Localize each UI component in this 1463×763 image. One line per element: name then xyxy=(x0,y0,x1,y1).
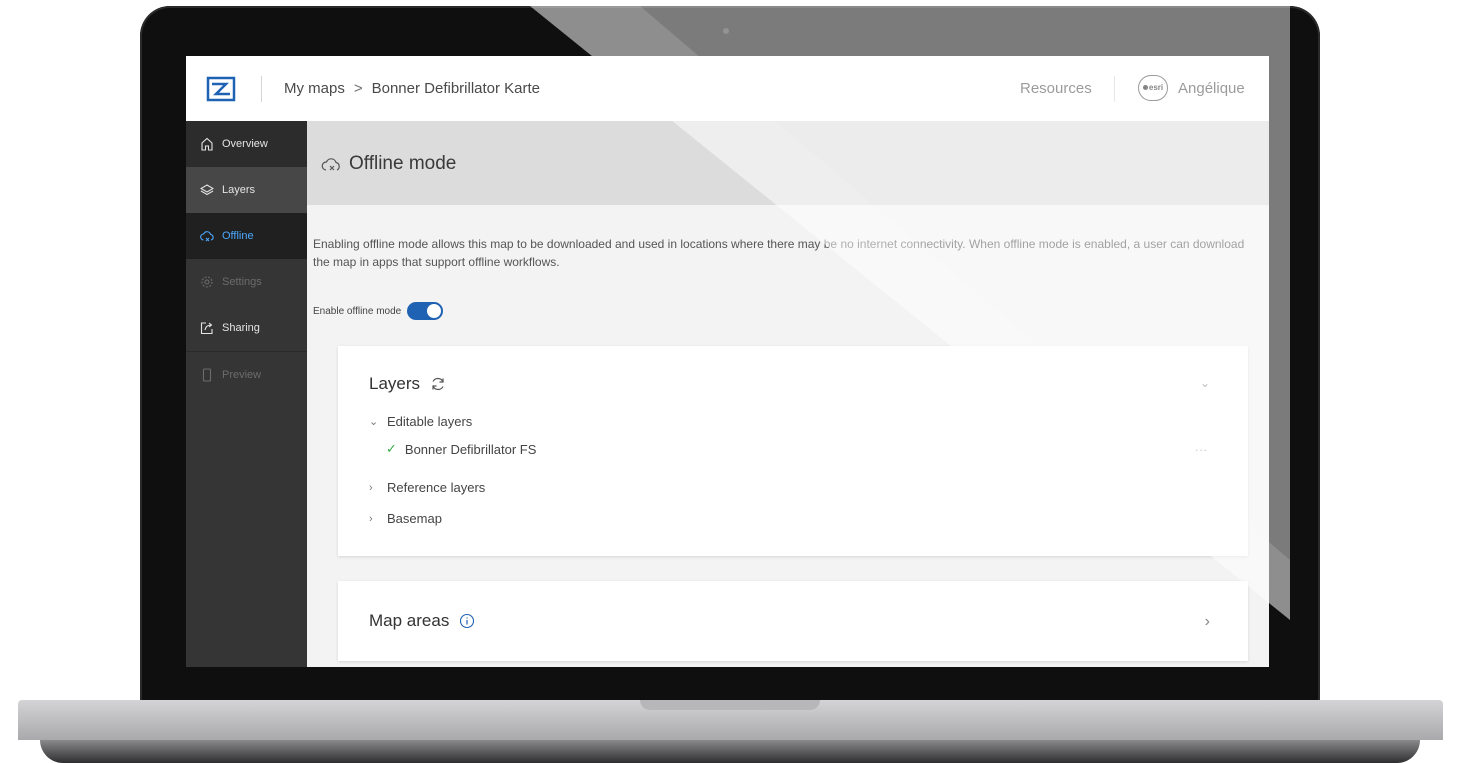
sidebar-item-overview[interactable]: Overview xyxy=(186,121,307,167)
sidebar-item-settings[interactable]: Settings xyxy=(186,259,307,305)
layers-icon xyxy=(200,184,214,196)
sidebar: Overview Layers Offline Settings Sharing… xyxy=(186,121,307,667)
breadcrumb-current: Bonner Defibrillator Karte xyxy=(371,80,541,97)
toggle-knob xyxy=(427,304,442,318)
check-icon: ✓ xyxy=(386,441,397,456)
basemap-label: Basemap xyxy=(387,511,442,526)
toggle-row: Enable offline mode xyxy=(313,302,444,320)
breadcrumb: My maps > Bonner Defibrillator Karte xyxy=(284,80,540,97)
map-areas-title: Map areas xyxy=(369,611,475,631)
sidebar-item-label: Sharing xyxy=(222,322,260,334)
cloud-offline-icon xyxy=(321,158,340,171)
sidebar-item-sharing[interactable]: Sharing xyxy=(186,305,307,351)
breadcrumb-my-maps[interactable]: My maps xyxy=(284,80,345,97)
sidebar-item-label: Overview xyxy=(222,138,268,150)
main-content: Enabling offline mode allows this map to… xyxy=(307,205,1269,667)
list-item[interactable]: ✓ Bonner Defibrillator FS xyxy=(386,441,536,457)
page-header: Offline mode xyxy=(307,121,1269,205)
topbar-divider xyxy=(1114,76,1115,102)
avatar-text: esri xyxy=(1148,83,1164,92)
logo-divider xyxy=(261,76,262,102)
map-areas-title-text: Map areas xyxy=(369,611,450,630)
more-icon[interactable]: ... xyxy=(1195,440,1208,454)
editable-layers-toggle[interactable]: ⌄ Editable layers xyxy=(369,414,472,429)
layers-card: Layers ⌄ ⌄ Editable layers ✓ Bonner Defi… xyxy=(338,346,1248,556)
sidebar-item-label: Preview xyxy=(222,369,262,381)
chevron-right-icon[interactable]: › xyxy=(1205,613,1210,631)
laptop-base-bottom xyxy=(40,740,1420,763)
toggle-label: Enable offline mode xyxy=(313,305,402,317)
layer-name: Bonner Defibrillator FS xyxy=(404,441,537,457)
sidebar-item-label: Settings xyxy=(222,276,262,288)
app-logo-icon[interactable] xyxy=(206,76,236,102)
reference-layers-label: Reference layers xyxy=(387,480,486,495)
top-bar: My maps > Bonner Defibrillator Karte Resou… xyxy=(186,56,1269,122)
layers-card-title-text: Layers xyxy=(369,374,421,393)
home-icon xyxy=(201,137,213,151)
editable-layers-label: Editable layers xyxy=(387,414,473,429)
reference-layers-toggle[interactable]: › Reference layers xyxy=(369,480,485,495)
gear-icon xyxy=(201,276,213,288)
avatar[interactable]: esri xyxy=(1138,75,1168,101)
enable-offline-toggle[interactable] xyxy=(407,302,444,320)
chevron-right-icon: › xyxy=(369,481,373,494)
page-title-text: Offline mode xyxy=(349,153,457,174)
share-icon xyxy=(200,322,213,335)
basemap-toggle[interactable]: › Basemap xyxy=(369,511,442,526)
user-name[interactable]: Angélique xyxy=(1178,80,1245,97)
refresh-icon[interactable] xyxy=(430,376,446,392)
laptop-notch xyxy=(640,700,820,710)
mobile-icon xyxy=(202,368,212,382)
chevron-right-icon: › xyxy=(369,512,373,525)
cloud-offline-icon xyxy=(200,231,214,242)
sidebar-item-layers[interactable]: Layers xyxy=(186,167,307,213)
map-areas-card[interactable]: Map areas › xyxy=(338,581,1248,661)
chevron-down-icon: ⌄ xyxy=(369,416,379,428)
info-icon[interactable] xyxy=(459,613,475,629)
page-title: Offline mode xyxy=(321,153,456,175)
sidebar-item-label: Offline xyxy=(222,230,254,242)
resources-link[interactable]: Resources xyxy=(1020,80,1092,97)
sidebar-item-offline[interactable]: Offline xyxy=(186,213,307,259)
screen: My maps > Bonner Defibrillator Karte Resou… xyxy=(186,56,1269,667)
chevron-down-icon[interactable]: ⌄ xyxy=(1200,376,1210,390)
camera xyxy=(723,28,729,34)
sidebar-item-preview[interactable]: Preview xyxy=(186,352,307,398)
breadcrumb-separator: > xyxy=(353,80,363,97)
offline-description: Enabling offline mode allows this map to… xyxy=(313,237,1245,269)
sidebar-item-label: Layers xyxy=(222,184,256,196)
layers-card-title: Layers xyxy=(369,374,446,394)
